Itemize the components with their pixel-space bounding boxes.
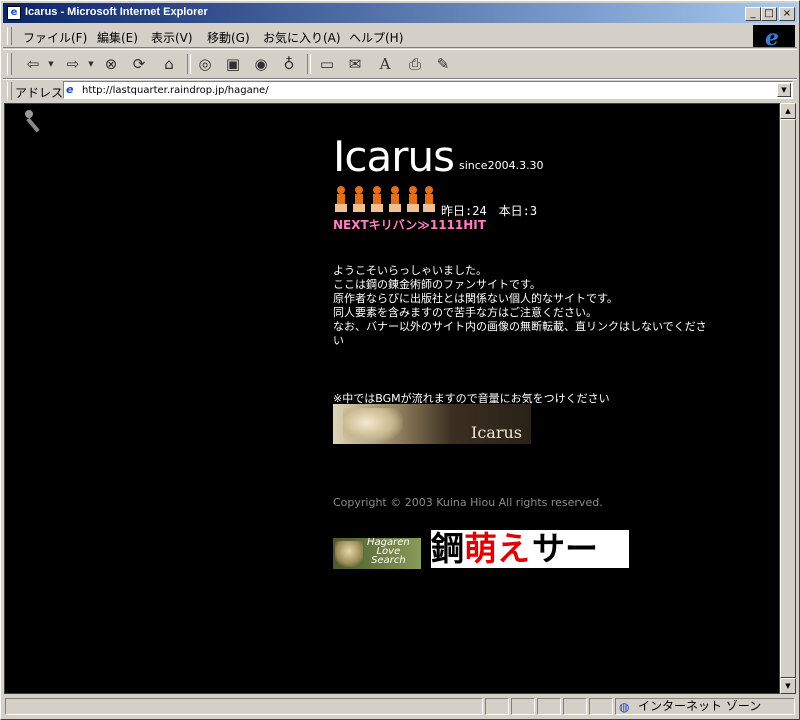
status-cell (511, 698, 535, 715)
site-title: Icarus (333, 132, 455, 181)
since-date: since2004.3.30 (459, 159, 544, 172)
banner-text-line: Search (371, 555, 406, 566)
moe-banner-part1: 鋼 (431, 529, 464, 568)
welcome-message: ようこそいらっしゃいました。 ここは鋼の錬金術師のファンサイトです。 原作者なら… (333, 264, 743, 348)
digit-figure-icon (423, 186, 435, 212)
hagaren-banner-text: Hagaren Love Search (367, 538, 410, 566)
welcome-line: ここは鋼の錬金術師のファンサイトです。 (333, 278, 541, 291)
welcome-line: 原作者ならびに出版社とは関係ない個人的なサイトです。 (333, 292, 618, 305)
edit-icon[interactable]: ✎ (433, 54, 453, 74)
maximize-button[interactable]: □ (761, 7, 777, 21)
address-label: アドレス (15, 86, 64, 100)
welcome-line: い (333, 334, 344, 347)
address-input[interactable] (82, 83, 762, 97)
page-icon: e (66, 83, 74, 96)
toolbar-separator (307, 54, 311, 74)
mail-icon[interactable]: ✉ (345, 54, 365, 74)
digit-figure-icon (335, 186, 347, 212)
history-icon[interactable]: ◉ (251, 54, 271, 74)
address-grip[interactable] (7, 82, 12, 100)
status-cell (589, 698, 613, 715)
close-button[interactable]: × (779, 7, 795, 21)
fullscreen-icon[interactable]: ▭ (317, 54, 337, 74)
ie-page-icon: e (7, 6, 21, 20)
security-zone: ◍ インターネット ゾーン (615, 698, 795, 715)
digit-figure-icon (371, 186, 383, 212)
toolbar-separator (187, 54, 191, 74)
favorites-icon[interactable]: ▣ (223, 54, 243, 74)
digit-figure-icon (407, 186, 419, 212)
scroll-thumb[interactable] (780, 119, 796, 678)
moe-search-banner[interactable]: 鋼 萌え サーチ (431, 529, 629, 608)
moe-banner-part2: 萌え (464, 529, 530, 568)
scroll-down-icon[interactable]: ▼ (780, 678, 796, 694)
forward-icon[interactable]: ⇨ (63, 54, 83, 74)
address-dropdown-icon[interactable]: ▼ (777, 83, 791, 97)
status-bar: ◍ インターネット ゾーン (3, 697, 797, 717)
zone-label: インターネット ゾーン (638, 699, 762, 713)
window-title: Icarus - Microsoft Internet Explorer (25, 6, 208, 18)
search-icon[interactable]: ◎ (195, 54, 215, 74)
banner-artwork (335, 541, 363, 567)
menu-edit[interactable]: 編集(E) (97, 29, 138, 46)
enter-banner-text: Icarus (471, 423, 522, 442)
toolbar-grip[interactable] (7, 53, 12, 75)
page-viewport: Icarus since2004.3.30 昨日:24 本日:3 NEXTキリバ… (4, 103, 780, 694)
minimize-button[interactable]: _ (745, 7, 761, 21)
wrench-icon (25, 110, 40, 133)
status-cell (485, 698, 509, 715)
forward-dropdown-icon[interactable]: ▼ (81, 54, 101, 74)
menu-go[interactable]: 移動(G) (207, 29, 250, 46)
scroll-up-icon[interactable]: ▲ (780, 103, 796, 119)
status-text (5, 698, 483, 715)
counter-icons-svg (335, 186, 435, 212)
digit-figure-icon (353, 186, 365, 212)
back-icon[interactable]: ⇦ (23, 54, 43, 74)
stop-icon[interactable]: ⊗ (101, 54, 121, 74)
ie-logo-icon: e (765, 25, 779, 51)
title-bar: e Icarus - Microsoft Internet Explorer _… (3, 3, 797, 23)
menu-grip[interactable] (7, 27, 12, 45)
welcome-line: 同人要素を含みますので苦手な方はご注意ください。 (333, 306, 597, 319)
welcome-line: ようこそいらっしゃいました。 (333, 264, 487, 277)
menu-favorites[interactable]: お気に入り(A) (263, 29, 341, 46)
channels-icon[interactable]: ♁ (279, 54, 299, 74)
home-icon[interactable]: ⌂ (159, 54, 179, 74)
menu-bar: ファイル(F) 編集(E) 表示(V) 移動(G) お気に入り(A) ヘルプ(H… (3, 25, 797, 48)
address-field: e ▼ (63, 81, 793, 99)
banner-artwork (343, 408, 403, 444)
digit-figure-icon (389, 186, 401, 212)
font-icon[interactable]: A (375, 54, 395, 74)
next-kiriban: NEXTキリバン≫1111HIT (333, 218, 486, 232)
menu-help[interactable]: ヘルプ(H) (349, 29, 403, 46)
refresh-icon[interactable]: ⟳ (129, 54, 149, 74)
status-cell (537, 698, 561, 715)
moe-banner-part3: サーチ (532, 529, 598, 608)
browser-window: e Icarus - Microsoft Internet Explorer _… (0, 0, 800, 720)
menu-view[interactable]: 表示(V) (151, 29, 193, 46)
print-icon[interactable]: ⎙ (405, 54, 425, 74)
status-cell (563, 698, 587, 715)
globe-icon: ◍ (619, 700, 630, 714)
ie-throbber: e (753, 25, 795, 51)
vertical-scrollbar[interactable]: ▲ ▼ (780, 103, 796, 694)
enter-banner[interactable]: Icarus (333, 404, 531, 444)
welcome-line: なお、バナー以外のサイト内の画像の無断転載、直リンクはしないでくださ (333, 320, 707, 333)
standard-toolbar: ⇦ ▼ ⇨ ▼ ⊗ ⟳ ⌂ ◎ ▣ ◉ ♁ ▭ ✉ A ⎙ ✎ (3, 49, 797, 79)
menu-file[interactable]: ファイル(F) (23, 29, 87, 46)
hagaren-love-search-banner[interactable]: Hagaren Love Search (333, 538, 421, 569)
copyright: Copyright © 2003 Kuina Hiou All rights r… (333, 496, 603, 509)
counter-digits (333, 184, 437, 219)
back-dropdown-icon[interactable]: ▼ (41, 54, 61, 74)
address-bar: アドレス e ▼ (3, 79, 797, 102)
